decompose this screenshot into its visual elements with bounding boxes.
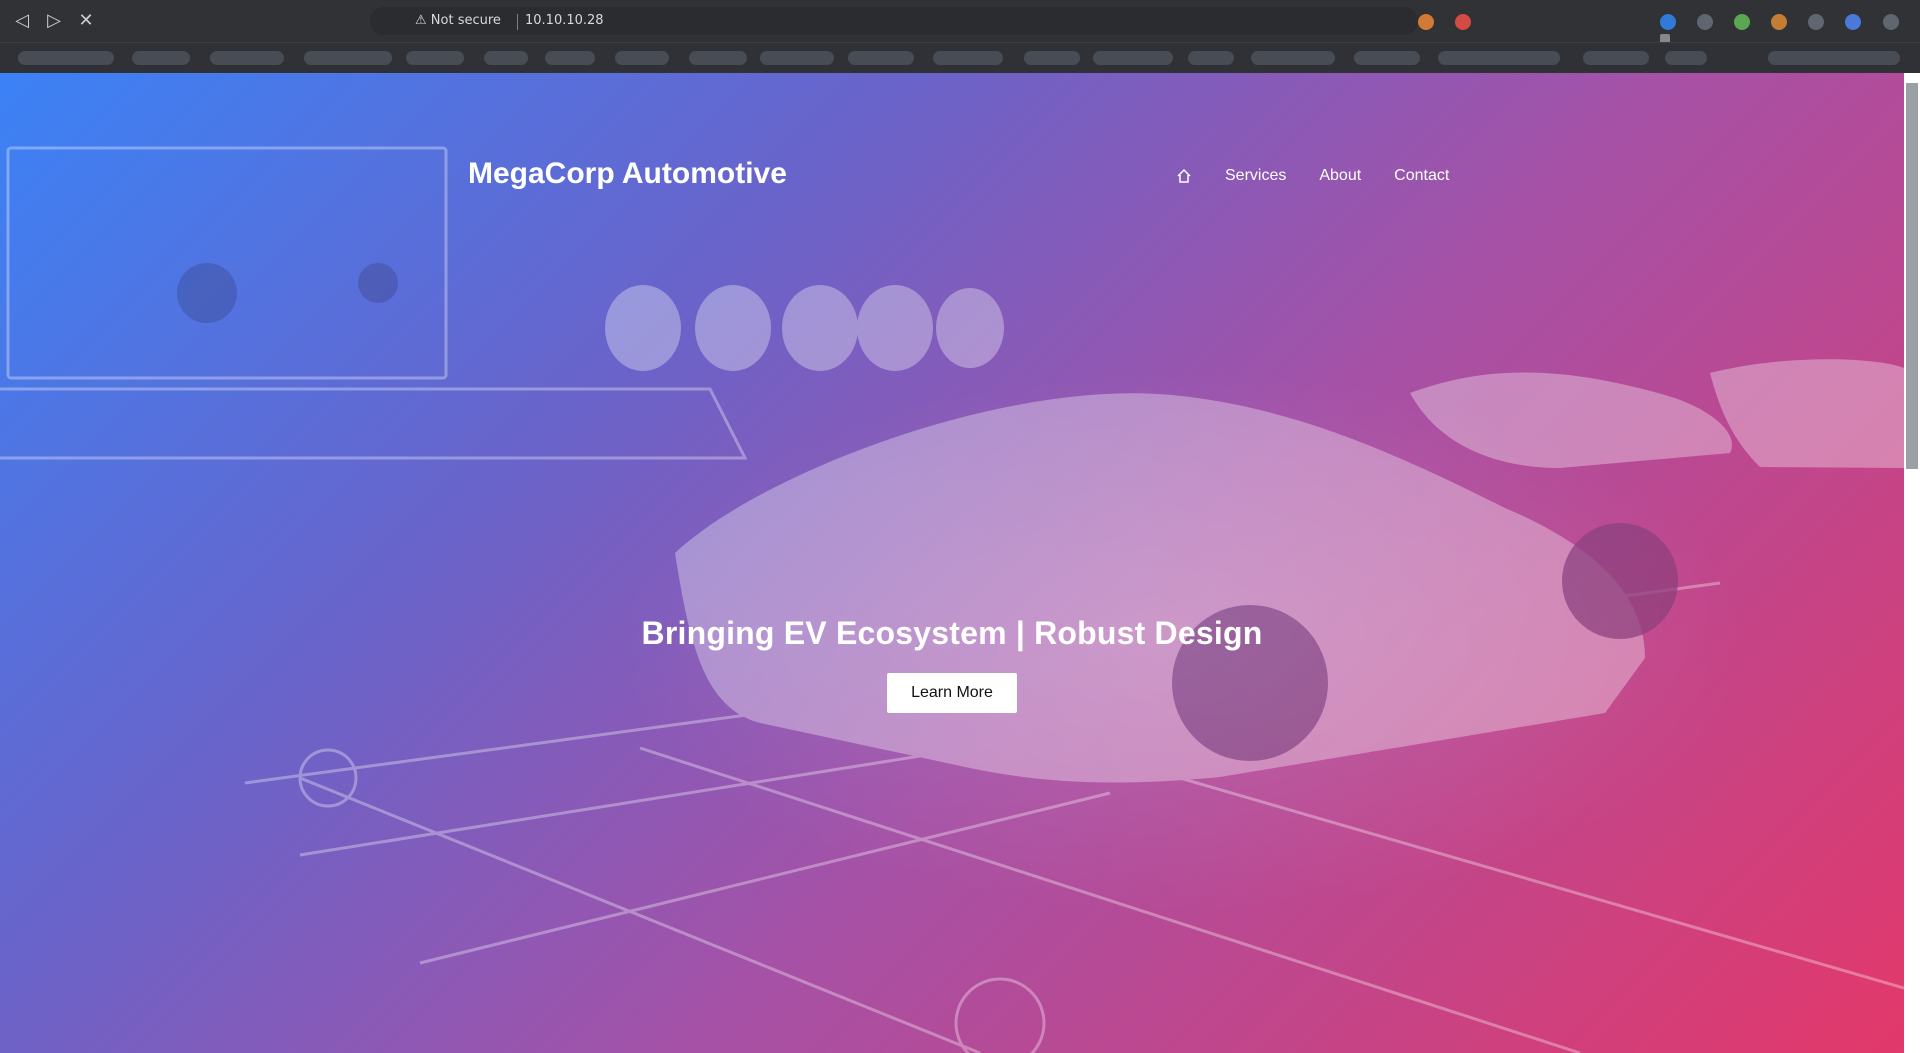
nav-about[interactable]: About (1319, 167, 1361, 185)
bookmark-item[interactable] (406, 51, 464, 65)
webpage: MegaCorp Automotive Services About Conta… (0, 73, 1904, 1053)
bookmark-item[interactable] (1024, 51, 1080, 65)
back-icon[interactable]: ◁ (10, 9, 34, 33)
browser-toolbar: ◁ ▷ ✕ ⚠ Not secure 10.10.10.28 (0, 0, 1920, 50)
bookmark-item[interactable] (1188, 51, 1234, 65)
learn-more-button[interactable]: Learn More (887, 673, 1017, 713)
forward-icon[interactable]: ▷ (42, 9, 66, 33)
extension-icon[interactable] (1734, 14, 1751, 30)
extension-icon[interactable] (1455, 14, 1472, 30)
extensions-right (1660, 14, 1920, 50)
bookmark-item[interactable] (304, 51, 392, 65)
nav-services[interactable]: Services (1225, 167, 1286, 185)
scrollbar-thumb[interactable] (1906, 83, 1918, 469)
security-text: Not secure (430, 13, 501, 28)
extension-icon[interactable] (1808, 14, 1825, 30)
stop-icon[interactable]: ✕ (74, 9, 98, 33)
extension-icon[interactable] (1418, 14, 1434, 30)
bookmark-item[interactable] (18, 51, 114, 65)
bookmark-item[interactable] (615, 51, 669, 65)
bookmark-item[interactable] (1438, 51, 1560, 65)
extension-icon[interactable] (1845, 14, 1862, 30)
nav-contact[interactable]: Contact (1394, 167, 1449, 185)
bookmark-item[interactable] (132, 51, 190, 65)
site-navigation: Services About Contact (1176, 167, 1449, 185)
security-warning: ⚠ Not secure (415, 13, 501, 28)
url-text[interactable]: 10.10.10.28 (525, 11, 604, 31)
bookmark-item[interactable] (933, 51, 1003, 65)
browser-chrome: ◁ ▷ ✕ ⚠ Not secure 10.10.10.28 (0, 0, 1920, 74)
bookmark-item[interactable] (484, 51, 528, 65)
bookmark-item[interactable] (1768, 51, 1900, 65)
bookmark-item[interactable] (1251, 51, 1335, 65)
bookmark-item[interactable] (1583, 51, 1649, 65)
bookmark-item[interactable] (1093, 51, 1173, 65)
extension-icon[interactable] (1771, 14, 1788, 30)
bookmark-item[interactable] (848, 51, 914, 65)
bookmarks-bar (0, 42, 1920, 74)
bookmark-item[interactable] (210, 51, 284, 65)
site-logo[interactable]: MegaCorp Automotive (468, 157, 787, 191)
hero-title: Bringing EV Ecosystem | Robust Design (641, 615, 1263, 652)
bookmark-item[interactable] (1354, 51, 1420, 65)
bookmark-item[interactable] (689, 51, 747, 65)
bookmark-item[interactable] (760, 51, 834, 65)
extension-icon[interactable] (1697, 14, 1714, 30)
home-icon[interactable] (1176, 168, 1192, 184)
bookmark-item[interactable] (1665, 51, 1707, 65)
extensions (1418, 14, 1487, 30)
extension-icon[interactable] (1660, 14, 1676, 30)
vertical-scrollbar[interactable] (1904, 73, 1920, 1053)
showroom-background (0, 146, 1904, 1053)
bookmark-item[interactable] (545, 51, 595, 65)
extension-icon[interactable] (1882, 14, 1899, 30)
url-separator (517, 14, 518, 30)
